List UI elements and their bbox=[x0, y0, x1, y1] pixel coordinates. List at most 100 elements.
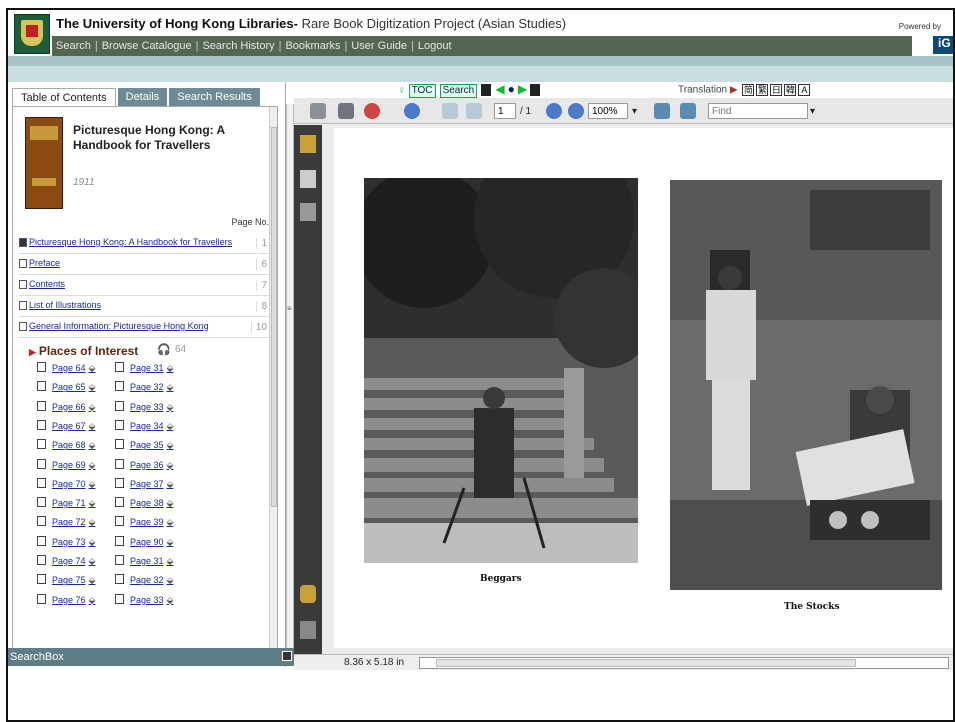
annotate-icon[interactable]: ⬙ bbox=[167, 537, 174, 547]
zoom-dropdown-icon[interactable]: ▾ bbox=[632, 106, 637, 117]
page-link-label[interactable]: Page 75 bbox=[52, 575, 86, 585]
page-link[interactable]: Page 74 ⬙ bbox=[37, 555, 95, 567]
page-link-label[interactable]: Page 32 bbox=[130, 575, 164, 585]
page-link-label[interactable]: Page 76 bbox=[52, 595, 86, 605]
page-link-label[interactable]: Page 31 bbox=[130, 556, 164, 566]
page-link[interactable]: Page 37 ⬙ bbox=[115, 478, 173, 490]
annotate-icon[interactable]: ⬙ bbox=[167, 421, 174, 431]
annotate-icon[interactable]: ⬙ bbox=[89, 421, 96, 431]
prev-page-icon[interactable] bbox=[442, 103, 458, 119]
share-icon[interactable] bbox=[364, 103, 380, 119]
nav-browse-catalogue[interactable]: Browse Catalogue bbox=[102, 40, 192, 52]
page-link-label[interactable]: Page 66 bbox=[52, 402, 86, 412]
annotate-icon[interactable]: ⬙ bbox=[89, 440, 96, 450]
searchbox-bar[interactable]: SearchBox bbox=[8, 648, 294, 666]
pages-icon[interactable] bbox=[300, 170, 316, 188]
translate-traditional-button[interactable]: 繁 bbox=[756, 84, 769, 96]
page-link[interactable]: Page 69 ⬙ bbox=[37, 459, 95, 471]
nav-bookmarks[interactable]: Bookmarks bbox=[285, 40, 340, 52]
translate-korean-button[interactable]: 韓 bbox=[784, 84, 797, 96]
toc-item-label[interactable]: Preface bbox=[29, 258, 60, 268]
dot-icon[interactable]: ● bbox=[508, 82, 515, 96]
prev-arrow-icon[interactable]: ◀ bbox=[495, 82, 504, 96]
annotate-icon[interactable]: ⬙ bbox=[167, 498, 174, 508]
toc-item[interactable]: List of Illustrations 8 bbox=[19, 296, 271, 317]
annotate-icon[interactable]: ⬙ bbox=[89, 575, 96, 585]
page-link[interactable]: Page 39 ⬙ bbox=[115, 516, 173, 528]
fit-width-icon[interactable] bbox=[654, 103, 670, 119]
page-link-label[interactable]: Page 34 bbox=[130, 421, 164, 431]
nav-search[interactable]: Search bbox=[56, 40, 91, 52]
horizontal-scrollbar[interactable]: 8.36 x 5.18 in bbox=[294, 654, 953, 670]
comments-icon[interactable] bbox=[300, 585, 316, 603]
zoom-in-icon[interactable] bbox=[568, 103, 584, 119]
annotate-icon[interactable]: ⬙ bbox=[89, 382, 96, 392]
page-link-label[interactable]: Page 36 bbox=[130, 460, 164, 470]
page-link-label[interactable]: Page 31 bbox=[130, 363, 164, 373]
page-link-label[interactable]: Page 67 bbox=[52, 421, 86, 431]
annotate-icon[interactable]: ⬙ bbox=[89, 537, 96, 547]
annotate-icon[interactable]: ⬙ bbox=[89, 595, 96, 605]
annotate-icon[interactable]: ⬙ bbox=[167, 440, 174, 450]
annotate-icon[interactable]: ⬙ bbox=[167, 556, 174, 566]
print-icon[interactable] bbox=[310, 103, 326, 119]
page-link-label[interactable]: Page 69 bbox=[52, 460, 86, 470]
page-link-label[interactable]: Page 73 bbox=[52, 537, 86, 547]
page-link-label[interactable]: Page 37 bbox=[130, 479, 164, 489]
search-button[interactable]: Search bbox=[439, 84, 478, 98]
scroll-thumb[interactable] bbox=[436, 659, 856, 667]
page-link-label[interactable]: Page 33 bbox=[130, 595, 164, 605]
binoculars-icon[interactable] bbox=[300, 203, 316, 221]
page-link[interactable]: Page 90 ⬙ bbox=[115, 536, 173, 548]
fit-page-icon[interactable] bbox=[680, 103, 696, 119]
next-arrow-icon[interactable]: ▶ bbox=[518, 82, 527, 96]
toc-item-label[interactable]: General Information: Picturesque Hong Ko… bbox=[29, 321, 209, 331]
annotate-icon[interactable]: ⬙ bbox=[167, 517, 174, 527]
annotate-icon[interactable]: ⬙ bbox=[89, 363, 96, 373]
page-link-label[interactable]: Page 90 bbox=[130, 537, 164, 547]
page-link-label[interactable]: Page 68 bbox=[52, 440, 86, 450]
find-input[interactable] bbox=[708, 103, 808, 119]
annotate-icon[interactable]: ⬙ bbox=[167, 460, 174, 470]
page-link-label[interactable]: Page 64 bbox=[52, 363, 86, 373]
page-link[interactable]: Page 68 ⬙ bbox=[37, 439, 95, 451]
page-number-input[interactable] bbox=[494, 103, 516, 119]
page-link-label[interactable]: Page 39 bbox=[130, 517, 164, 527]
find-dropdown-icon[interactable]: ▾ bbox=[810, 106, 815, 117]
page-link-label[interactable]: Page 33 bbox=[130, 402, 164, 412]
page-link[interactable]: Page 70 ⬙ bbox=[37, 478, 95, 490]
page-link[interactable]: Page 65 ⬙ bbox=[37, 381, 95, 393]
page-link[interactable]: Page 75 ⬙ bbox=[37, 574, 95, 586]
scroll-track[interactable] bbox=[419, 657, 949, 669]
toc-section-places-of-interest[interactable]: ▶ Places of Interest 🎧 64 bbox=[19, 338, 271, 362]
expand-triangle-icon[interactable]: ▶ bbox=[29, 347, 36, 357]
translate-english-button[interactable]: A bbox=[798, 84, 811, 96]
annotate-icon[interactable]: ⬙ bbox=[89, 498, 96, 508]
annotate-icon[interactable]: ⬙ bbox=[89, 517, 96, 527]
page-link[interactable]: Page 35 ⬙ bbox=[115, 439, 173, 451]
save-icon[interactable] bbox=[338, 103, 354, 119]
page-link[interactable]: Page 38 ⬙ bbox=[115, 497, 173, 509]
toc-item-label[interactable]: List of Illustrations bbox=[29, 300, 101, 310]
page-link-label[interactable]: Page 70 bbox=[52, 479, 86, 489]
tab-table-of-contents[interactable]: Table of Contents bbox=[12, 88, 116, 106]
searchbox-toggle-icon[interactable] bbox=[282, 651, 292, 661]
annotate-icon[interactable]: ⬙ bbox=[167, 479, 174, 489]
page-link[interactable]: Page 64 ⬙ bbox=[37, 362, 95, 374]
page-link-label[interactable]: Page 32 bbox=[130, 382, 164, 392]
page-link-label[interactable]: Page 74 bbox=[52, 556, 86, 566]
panel-splitter[interactable]: ≡ bbox=[286, 104, 294, 649]
page-link[interactable]: Page 36 ⬙ bbox=[115, 459, 173, 471]
page-link[interactable]: Page 73 ⬙ bbox=[37, 536, 95, 548]
annotate-icon[interactable]: ⬙ bbox=[89, 479, 96, 489]
page-link[interactable]: Page 66 ⬙ bbox=[37, 401, 95, 413]
nav-user-guide[interactable]: User Guide bbox=[351, 40, 407, 52]
page-list-icon[interactable] bbox=[481, 84, 492, 97]
toc-item[interactable]: Picturesque Hong Kong: A Handbook for Tr… bbox=[19, 233, 271, 254]
next-page-icon[interactable] bbox=[466, 103, 482, 119]
left-scrollbar[interactable] bbox=[269, 107, 277, 662]
annotate-icon[interactable]: ⬙ bbox=[167, 382, 174, 392]
page-link[interactable]: Page 31 ⬙ bbox=[115, 362, 173, 374]
annotate-icon[interactable]: ⬙ bbox=[89, 556, 96, 566]
translate-simplified-button[interactable]: 简 bbox=[742, 84, 755, 96]
